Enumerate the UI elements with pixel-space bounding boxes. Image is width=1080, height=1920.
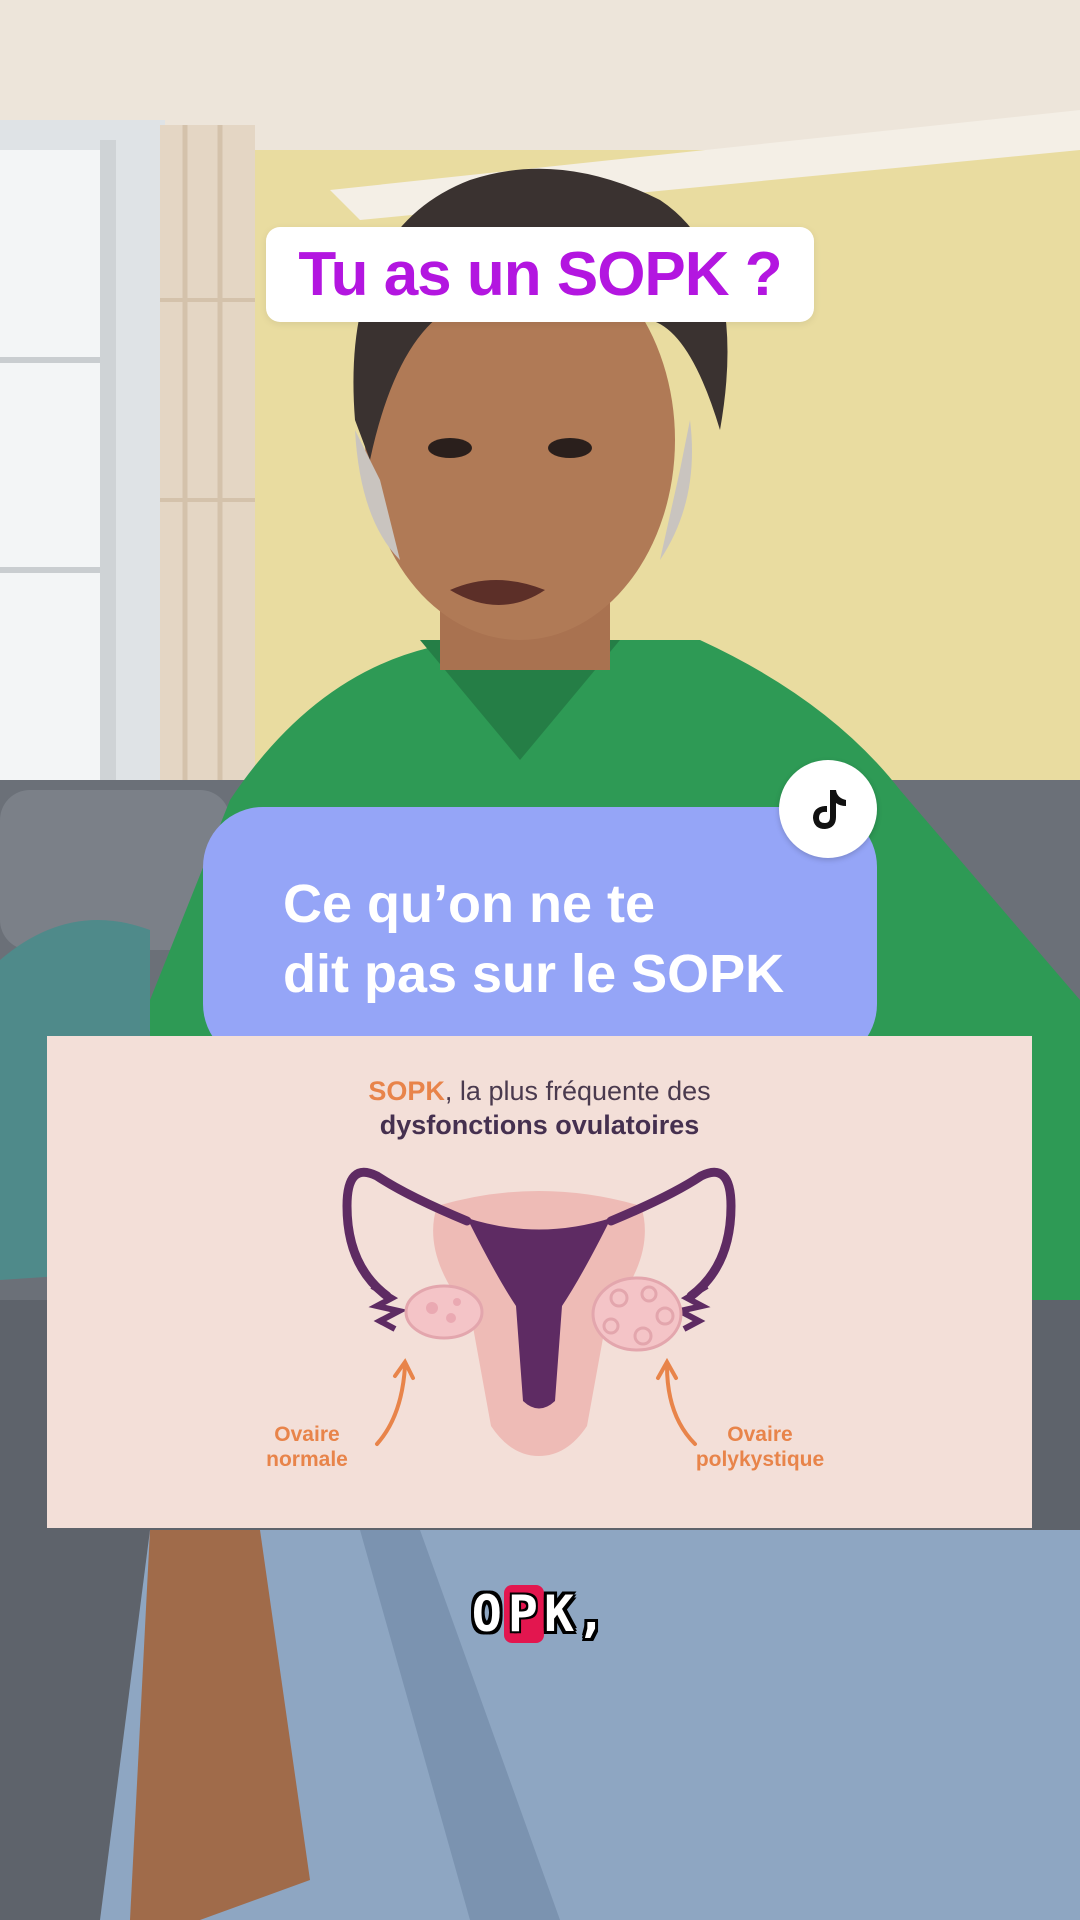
tiktok-icon bbox=[813, 790, 846, 829]
promo-card-text: Ce qu’on ne te dit pas sur le SOPK bbox=[283, 874, 785, 1004]
title-text: Tu as un SOPK ? bbox=[298, 240, 782, 309]
diagram-panel: SOPK, la plus fréquente des dysfonctions… bbox=[47, 1036, 1032, 1528]
caption-after: K, bbox=[544, 1585, 609, 1643]
uterus-illustration bbox=[342, 1167, 736, 1456]
caption-before: O bbox=[471, 1585, 504, 1643]
caption-highlight: P bbox=[503, 1585, 544, 1643]
label-polycystic-ovary: Ovaire polykystique bbox=[695, 1423, 825, 1471]
tiktok-badge[interactable] bbox=[779, 760, 877, 858]
title-overlay: Tu as un SOPK ? bbox=[266, 227, 814, 322]
label-normal-ovary: Ovaire normale bbox=[266, 1423, 348, 1471]
subtitle-caption: OPK, bbox=[0, 1585, 1080, 1643]
promo-card[interactable]: Ce qu’on ne te dit pas sur le SOPK bbox=[203, 807, 877, 1064]
